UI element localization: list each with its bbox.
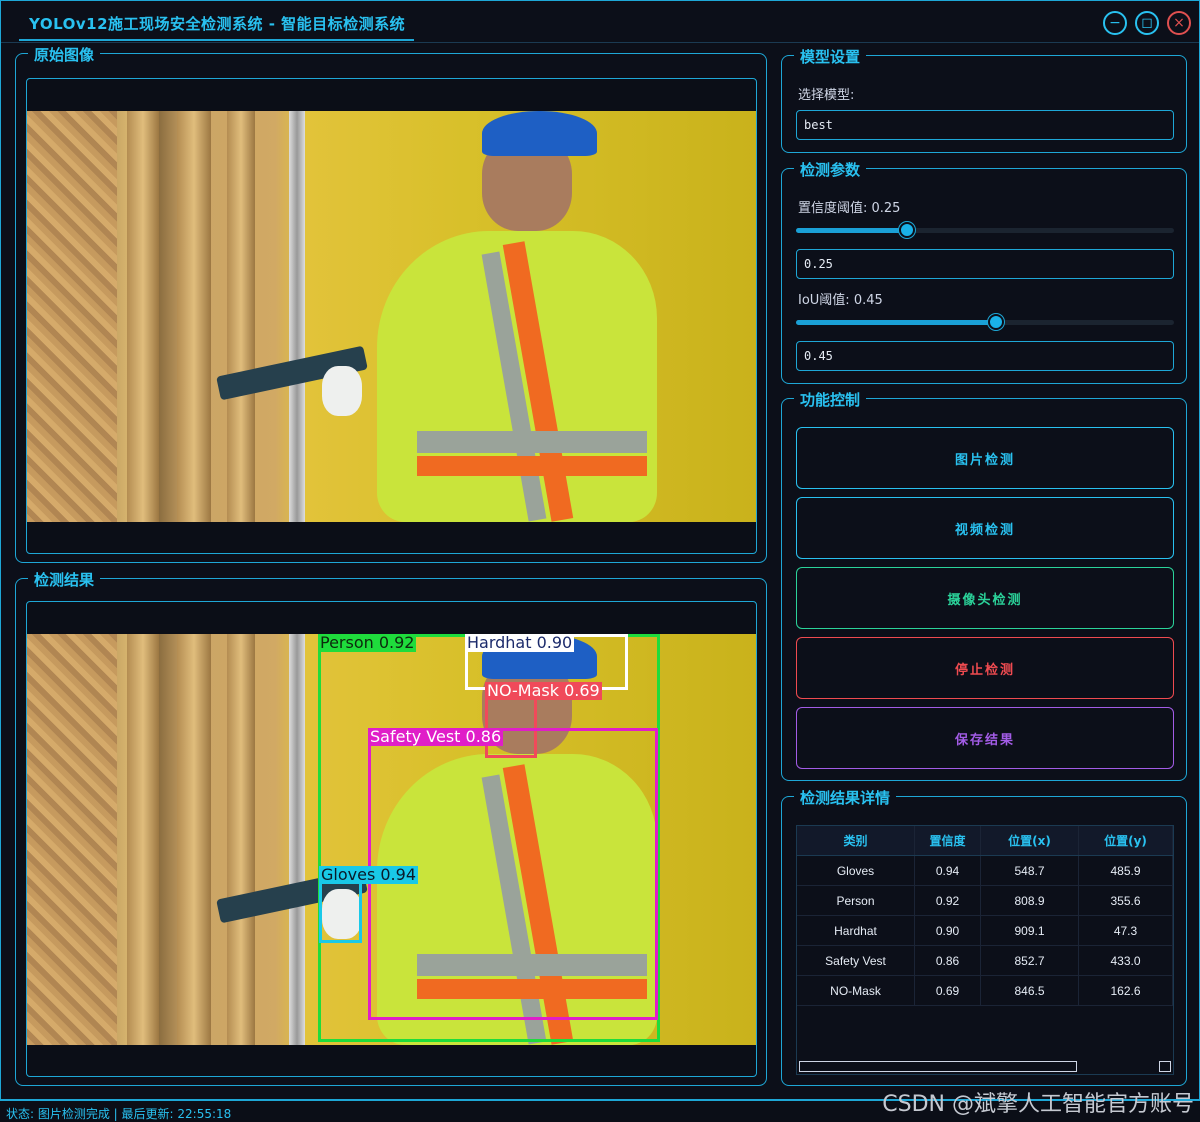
confidence-slider-handle[interactable] bbox=[899, 222, 915, 238]
cell-confidence: 0.92 bbox=[915, 886, 981, 915]
status-text: 状态: 图片检测完成 | 最后更新: 22:55:18 bbox=[6, 1107, 232, 1121]
title-underline bbox=[19, 39, 414, 41]
minimize-button[interactable]: − bbox=[1103, 11, 1127, 35]
bbox-label-gloves: Gloves 0.94 bbox=[319, 865, 418, 884]
cell-y: 433.0 bbox=[1079, 946, 1173, 975]
function-control-panel: 功能控制 图片检测 视频检测 摄像头检测 停止检测 保存结果 bbox=[781, 389, 1187, 781]
cell-y: 485.9 bbox=[1079, 856, 1173, 885]
scrollbar-end-button[interactable] bbox=[1159, 1061, 1171, 1072]
iou-label: IoU阈值: 0.45 bbox=[798, 293, 883, 308]
table-header: 类别 置信度 位置(x) 位置(y) bbox=[797, 826, 1173, 856]
camera-detect-label: 摄像头检测 bbox=[947, 592, 1023, 608]
save-result-label: 保存结果 bbox=[954, 732, 1015, 748]
model-settings-title: 模型设置 bbox=[794, 46, 867, 67]
bbox-label-hardhat: Hardhat 0.90 bbox=[465, 634, 575, 652]
result-image-title: 检测结果 bbox=[28, 569, 101, 590]
cell-y: 47.3 bbox=[1079, 916, 1173, 945]
camera-detect-button[interactable]: 摄像头检测 bbox=[796, 567, 1174, 629]
bbox-label-person: Person 0.92 bbox=[318, 634, 417, 652]
iou-slider-handle[interactable] bbox=[988, 314, 1004, 330]
minimize-icon: − bbox=[1109, 15, 1121, 31]
confidence-slider-fill bbox=[796, 228, 907, 233]
cell-confidence: 0.86 bbox=[915, 946, 981, 975]
window-title: YOLOv12施工现场安全检测系统 - 智能目标检测系统 bbox=[29, 15, 406, 33]
results-detail-title: 检测结果详情 bbox=[794, 787, 897, 808]
watermark-text: CSDN @斌擎人工智能官方账号 bbox=[882, 1092, 1194, 1117]
original-image bbox=[27, 111, 756, 522]
stop-detect-label: 停止检测 bbox=[954, 662, 1015, 678]
result-image: Person 0.92 Hardhat 0.90 NO-Mask 0.69 Sa… bbox=[27, 634, 756, 1045]
stop-detect-button[interactable]: 停止检测 bbox=[796, 637, 1174, 699]
bbox-gloves: Gloves 0.94 bbox=[319, 866, 418, 943]
cell-y: 162.6 bbox=[1079, 976, 1173, 1005]
table-row[interactable]: Hardhat 0.90 909.1 47.3 bbox=[797, 916, 1173, 946]
result-image-panel: 检测结果 Person 0.92 Hardhat 0.90 NO-Mask 0.… bbox=[15, 569, 767, 1086]
table-row[interactable]: Person 0.92 808.9 355.6 bbox=[797, 886, 1173, 916]
column-header-class[interactable]: 类别 bbox=[797, 826, 915, 855]
close-icon: × bbox=[1173, 15, 1185, 31]
cell-class: Gloves bbox=[797, 856, 915, 885]
function-control-title: 功能控制 bbox=[794, 389, 867, 410]
iou-input[interactable]: 0.45 bbox=[796, 341, 1174, 371]
video-detect-button[interactable]: 视频检测 bbox=[796, 497, 1174, 559]
iou-slider[interactable] bbox=[796, 314, 1174, 330]
table-row[interactable]: Gloves 0.94 548.7 485.9 bbox=[797, 856, 1173, 886]
video-detect-label: 视频检测 bbox=[954, 522, 1015, 538]
detection-params-panel: 检测参数 置信度阈值: 0.25 0.25 IoU阈值: 0.45 0.45 bbox=[781, 159, 1187, 384]
confidence-slider[interactable] bbox=[796, 222, 1174, 238]
cell-class: Person bbox=[797, 886, 915, 915]
cell-confidence: 0.90 bbox=[915, 916, 981, 945]
original-image-title: 原始图像 bbox=[28, 44, 101, 65]
cell-x: 548.7 bbox=[981, 856, 1079, 885]
close-button[interactable]: × bbox=[1167, 11, 1191, 35]
maximize-icon: ◻ bbox=[1141, 15, 1153, 31]
app-window: YOLOv12施工现场安全检测系统 - 智能目标检测系统 − ◻ × 原始图像 bbox=[0, 0, 1200, 1100]
cell-x: 852.7 bbox=[981, 946, 1079, 975]
cell-confidence: 0.94 bbox=[915, 856, 981, 885]
cell-class: Hardhat bbox=[797, 916, 915, 945]
column-header-y[interactable]: 位置(y) bbox=[1079, 826, 1173, 855]
result-image-frame: Person 0.92 Hardhat 0.90 NO-Mask 0.69 Sa… bbox=[26, 601, 757, 1077]
iou-input-value: 0.45 bbox=[804, 349, 833, 363]
bbox-label-no-mask: NO-Mask 0.69 bbox=[485, 681, 602, 700]
cell-x: 808.9 bbox=[981, 886, 1079, 915]
image-detect-button[interactable]: 图片检测 bbox=[796, 427, 1174, 489]
cell-y: 355.6 bbox=[1079, 886, 1173, 915]
model-select-value: best bbox=[804, 118, 833, 132]
cell-class: NO-Mask bbox=[797, 976, 915, 1005]
results-detail-panel: 检测结果详情 类别 置信度 位置(x) 位置(y) Gloves 0.94 54… bbox=[781, 787, 1187, 1086]
column-header-confidence[interactable]: 置信度 bbox=[915, 826, 981, 855]
cell-x: 846.5 bbox=[981, 976, 1079, 1005]
results-table[interactable]: 类别 置信度 位置(x) 位置(y) Gloves 0.94 548.7 485… bbox=[796, 825, 1174, 1075]
iou-slider-fill bbox=[796, 320, 996, 325]
scrollbar-thumb[interactable] bbox=[799, 1061, 1077, 1072]
cell-class: Safety Vest bbox=[797, 946, 915, 975]
original-image-panel: 原始图像 bbox=[15, 44, 767, 563]
confidence-label: 置信度阈值: 0.25 bbox=[798, 201, 901, 216]
detection-params-title: 检测参数 bbox=[794, 159, 867, 180]
title-bar: YOLOv12施工现场安全检测系统 - 智能目标检测系统 − ◻ × bbox=[1, 1, 1199, 43]
confidence-input-value: 0.25 bbox=[804, 257, 833, 271]
original-image-frame bbox=[26, 78, 757, 554]
model-select[interactable]: best bbox=[796, 110, 1174, 140]
cell-confidence: 0.69 bbox=[915, 976, 981, 1005]
confidence-input[interactable]: 0.25 bbox=[796, 249, 1174, 279]
maximize-button[interactable]: ◻ bbox=[1135, 11, 1159, 35]
horizontal-scrollbar[interactable] bbox=[797, 1060, 1173, 1074]
table-row[interactable]: Safety Vest 0.86 852.7 433.0 bbox=[797, 946, 1173, 976]
bbox-label-safety-vest: Safety Vest 0.86 bbox=[368, 727, 504, 746]
cell-x: 909.1 bbox=[981, 916, 1079, 945]
save-result-button[interactable]: 保存结果 bbox=[796, 707, 1174, 769]
select-model-label: 选择模型: bbox=[798, 88, 855, 103]
column-header-x[interactable]: 位置(x) bbox=[981, 826, 1079, 855]
table-row[interactable]: NO-Mask 0.69 846.5 162.6 bbox=[797, 976, 1173, 1006]
model-settings-panel: 模型设置 选择模型: best bbox=[781, 46, 1187, 153]
image-detect-label: 图片检测 bbox=[954, 452, 1015, 468]
